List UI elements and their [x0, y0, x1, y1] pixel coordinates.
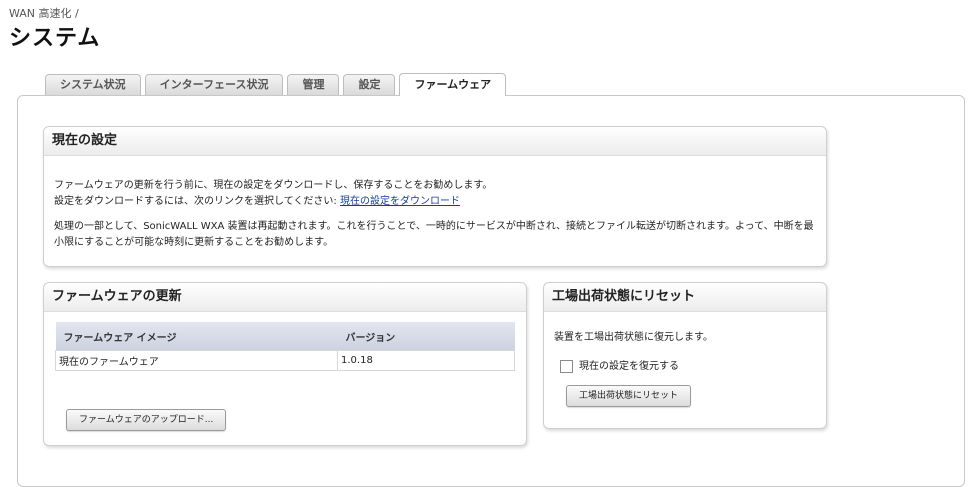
firmware-image-cell: 現在のファームウェア — [55, 350, 338, 371]
col-header-version: バージョン — [337, 322, 515, 351]
factory-reset-button[interactable]: 工場出荷状態にリセット — [566, 385, 692, 407]
firmware-version-cell: 1.0.18 — [337, 350, 515, 371]
page-title: システム — [9, 26, 101, 51]
reboot-warning-1: 処理の一部として、SonicWALL WXA 装置は再起動されます。これを行うこ… — [54, 221, 814, 232]
tab-settings[interactable]: 設定 — [343, 74, 396, 95]
tab-bar: システム状況 インターフェース状況 管理 設定 ファームウェア — [45, 73, 507, 96]
breadcrumb: WAN 高速化 / — [9, 7, 79, 20]
factory-reset-title: 工場出荷状態にリセット — [544, 283, 826, 312]
firmware-update-title: ファームウェアの更新 — [44, 283, 526, 312]
restore-settings-checkbox[interactable] — [560, 359, 573, 373]
restore-settings-label: 現在の設定を復元する — [579, 361, 679, 372]
current-settings-panel: 現在の設定 ファームウェアの更新を行う前に、現在の設定をダウンロードし、保存する… — [43, 126, 827, 267]
firmware-version-value: 1.0.18 — [341, 355, 373, 366]
download-instruction: 設定をダウンロードするには、次のリンクを選択してください: — [54, 196, 337, 207]
factory-reset-description: 装置を工場出荷状態に復元します。 — [554, 332, 713, 343]
tab-system-status[interactable]: システム状況 — [45, 74, 141, 95]
reboot-warning-2: 小限にすることが可能な時刻に更新することをお勧めします。 — [54, 237, 334, 248]
current-settings-text-2: 設定をダウンロードするには、次のリンクを選択してください: 現在の設定をダウンロ… — [54, 194, 816, 210]
download-settings-link[interactable]: 現在の設定をダウンロード — [340, 196, 460, 207]
table-row: 現在のファームウェア 1.0.18 — [55, 350, 515, 371]
firmware-table: ファームウェア イメージ バージョン 現在のファームウェア 1.0.18 — [55, 322, 515, 371]
current-settings-text-1: ファームウェアの更新を行う前に、現在の設定をダウンロードし、保存することをお勧め… — [54, 180, 493, 191]
tab-firmware[interactable]: ファームウェア — [399, 73, 507, 96]
current-settings-title: 現在の設定 — [44, 127, 826, 156]
factory-reset-panel: 工場出荷状態にリセット 装置を工場出荷状態に復元します。 現在の設定を復元する … — [543, 282, 827, 429]
tab-management[interactable]: 管理 — [287, 74, 340, 95]
upload-firmware-button[interactable]: ファームウェアのアップロード... — [66, 409, 227, 431]
firmware-update-panel: ファームウェアの更新 ファームウェア イメージ バージョン 現在のファームウェア… — [43, 282, 527, 446]
tab-interface-status[interactable]: インターフェース状況 — [144, 74, 284, 95]
col-header-image: ファームウェア イメージ — [55, 322, 338, 351]
